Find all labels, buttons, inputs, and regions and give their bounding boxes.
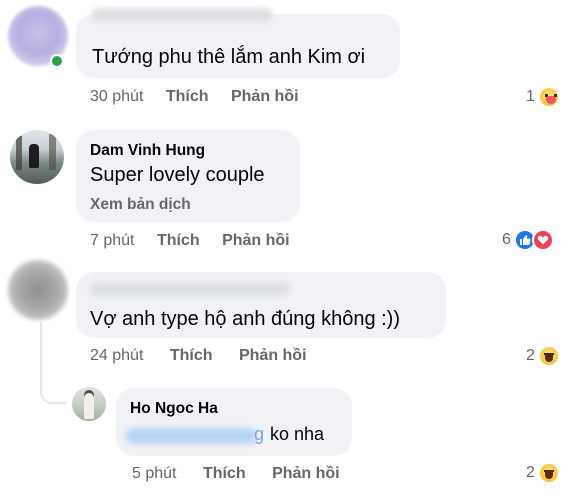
comment-time[interactable]: 30 phút <box>90 88 143 105</box>
blurred-author-name <box>92 8 272 22</box>
comment-actions: 30 phút Thích Phản hồi <box>90 88 299 106</box>
reply-link[interactable]: Phản hồi <box>272 465 340 482</box>
avatar[interactable] <box>8 260 68 320</box>
comment-actions: 7 phút Thích Phản hồi <box>90 232 290 250</box>
comment-time[interactable]: 7 phút <box>90 232 134 249</box>
see-translation-link[interactable]: Xem bản dịch <box>90 196 191 214</box>
reply-link[interactable]: Phản hồi <box>239 347 307 364</box>
reaction-summary[interactable]: 2 <box>526 462 560 484</box>
mention-tail[interactable]: g <box>254 424 264 445</box>
blurred-author-name <box>90 282 290 296</box>
comment-text: ko nha <box>270 424 325 444</box>
reaction-count: 2 <box>526 464 535 481</box>
comment-bubble: Vợ anh type hộ anh đúng không :)) <box>76 272 446 338</box>
reaction-count: 2 <box>526 347 535 364</box>
reply-link[interactable]: Phản hồi <box>222 232 290 249</box>
blurred-mention <box>126 428 256 444</box>
author-name[interactable]: Dam Vinh Hung <box>90 142 205 160</box>
comment-text: Vợ anh type hộ anh đúng không :)) <box>90 308 400 330</box>
comment-actions: 24 phút Thích Phản hồi <box>90 347 307 365</box>
reply-thread-line <box>40 322 66 404</box>
reaction-summary[interactable]: 2 <box>526 345 560 367</box>
comment-time[interactable]: 24 phút <box>90 347 143 364</box>
avatar[interactable] <box>72 387 106 421</box>
care-icon <box>537 86 560 108</box>
reply-link[interactable]: Phản hồi <box>231 88 299 105</box>
comment-bubble: Ho Ngoc Ha g ko nha <box>116 388 352 456</box>
like-link[interactable]: Thích <box>203 465 246 482</box>
author-name[interactable]: Ho Ngoc Ha <box>130 400 218 418</box>
comment-bubble: Tướng phu thê lắm anh Kim ơi <box>76 8 400 78</box>
comment-time[interactable]: 5 phút <box>132 465 176 482</box>
haha-icon <box>537 345 560 367</box>
reaction-summary[interactable]: 6 <box>502 229 554 251</box>
reaction-summary[interactable]: 1 <box>526 86 560 108</box>
reaction-count: 1 <box>526 88 535 105</box>
like-link[interactable]: Thích <box>166 88 209 105</box>
love-icon <box>531 229 554 251</box>
avatar[interactable] <box>10 130 64 184</box>
reaction-count: 6 <box>502 231 511 248</box>
haha-icon <box>537 462 560 484</box>
like-link[interactable]: Thích <box>170 347 213 364</box>
like-link[interactable]: Thích <box>157 232 200 249</box>
comment-text: Super lovely couple <box>90 164 265 186</box>
online-status-dot <box>50 54 64 68</box>
comment-actions: 5 phút Thích Phản hồi <box>132 465 340 483</box>
comment-bubble: Dam Vinh Hung Super lovely couple Xem bả… <box>76 130 300 222</box>
comment-text: Tướng phu thê lắm anh Kim ơi <box>92 46 366 68</box>
